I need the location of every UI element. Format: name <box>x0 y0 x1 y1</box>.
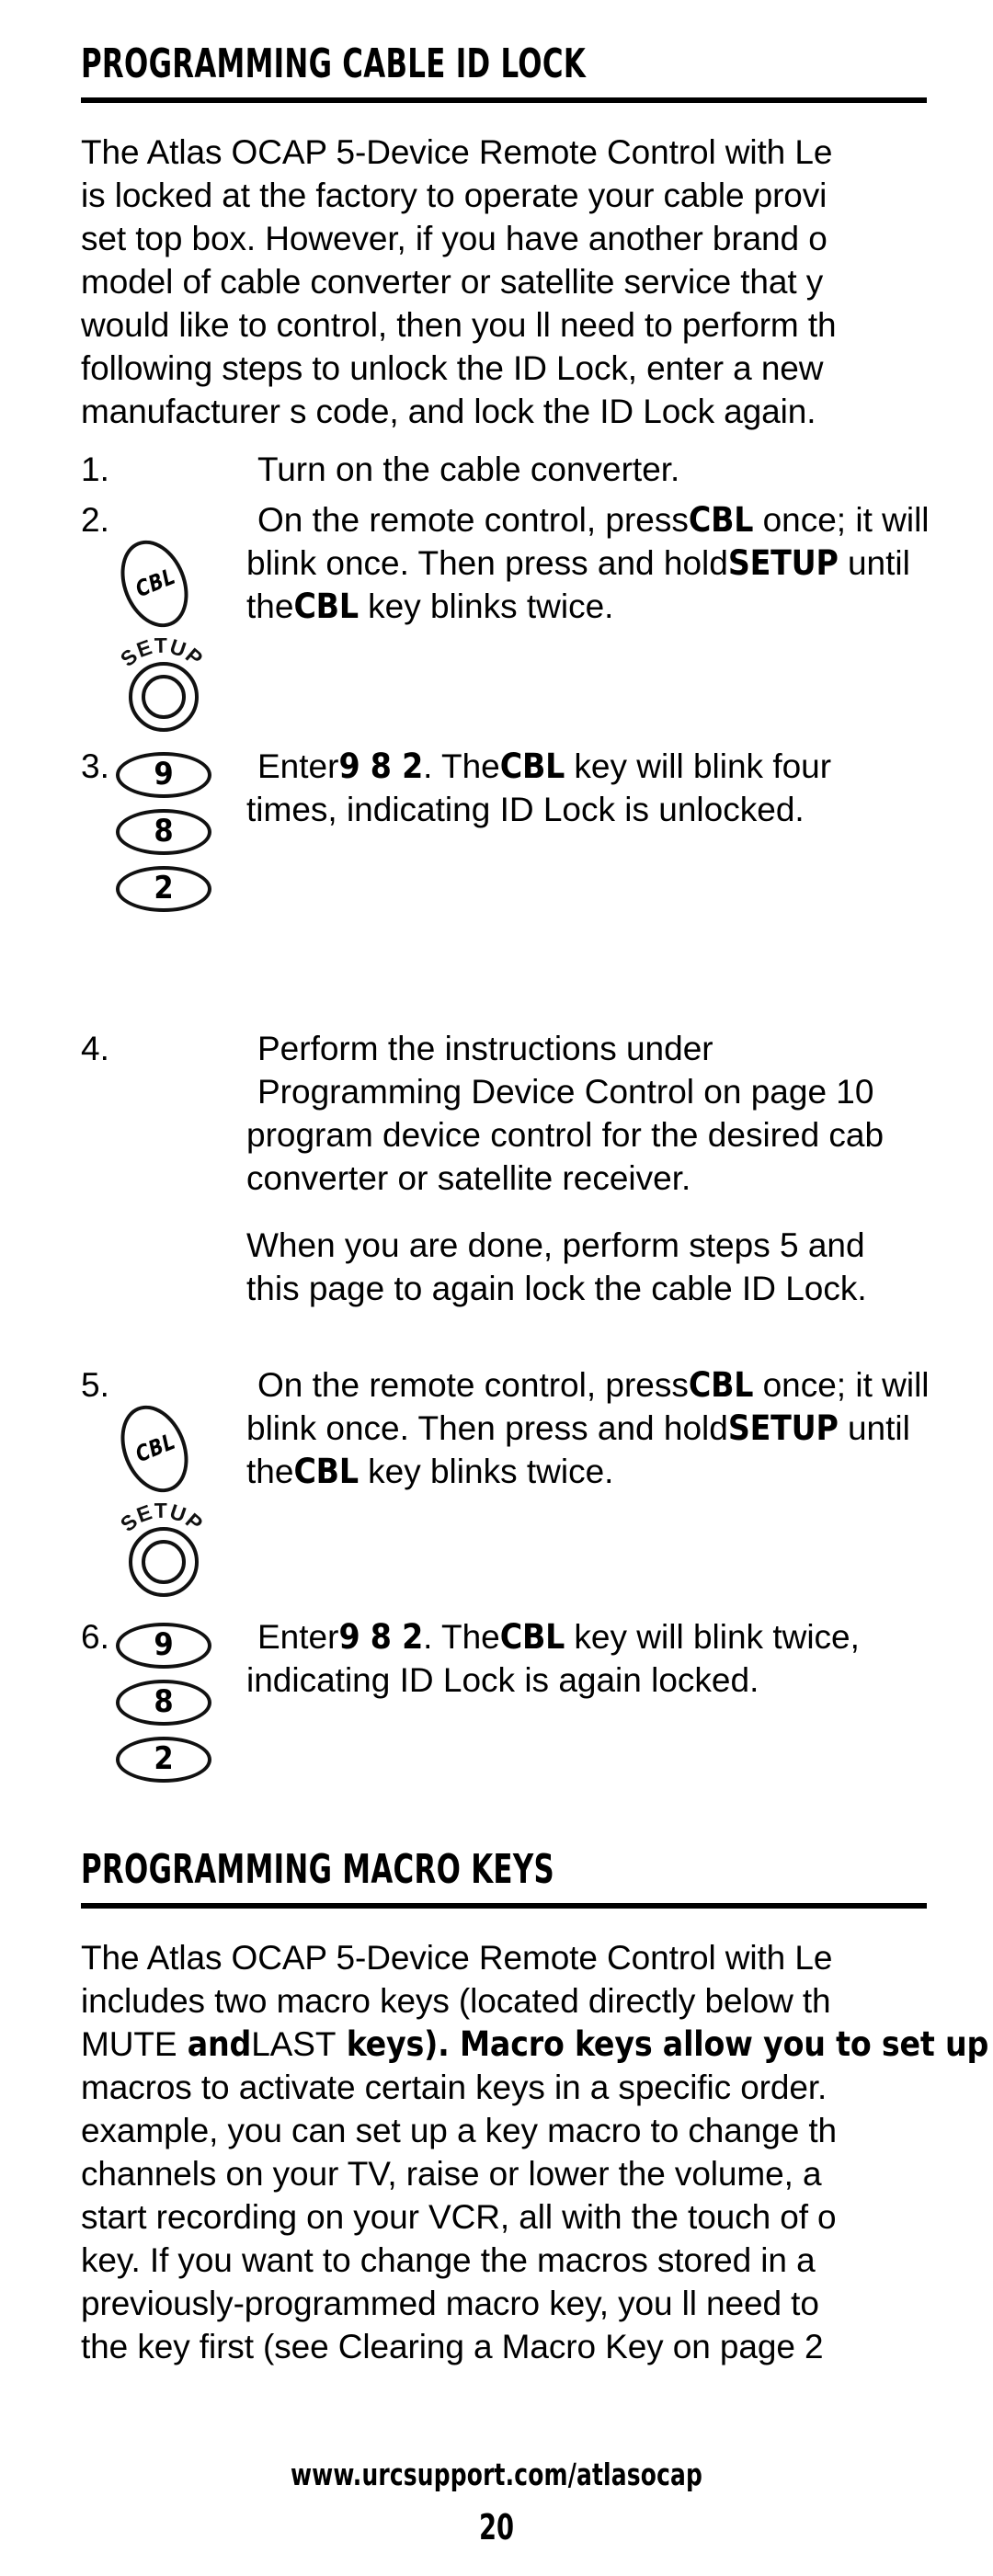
step-line: blink once. Then press and holdSETUP unt… <box>246 1408 910 1448</box>
section-rule <box>81 97 927 103</box>
setup-key-icon: SETUP <box>116 1503 208 1606</box>
step-key-icons: 9 8 2 <box>116 752 245 923</box>
key-name-bold: keys). Macro keys allow you to set up <box>336 2024 989 2064</box>
steps-list-cable-id-lock: 1. Turn on the cable converter. 2. CBL SETUP… <box>81 448 993 1795</box>
paragraph-line: would like to control, then you ll need … <box>81 306 837 344</box>
step-text: Enter9 8 2. TheCBL key will blink twice,… <box>246 1615 993 1702</box>
paragraph-line: channels on your TV, raise or lower the … <box>81 2155 822 2193</box>
key-name-bold: CBL <box>293 1452 359 1491</box>
step-line: Programming Device Control on page 10 <box>257 1073 874 1111</box>
key-name-bold: SETUP <box>727 1408 839 1448</box>
key-name-bold: 9 8 2 <box>338 1617 424 1657</box>
cbl-key-icon: CBL <box>108 1395 200 1503</box>
step-key-icons: 9 8 2 <box>116 1623 245 1794</box>
step-line: Turn on the cable converter. <box>257 450 680 488</box>
paragraph-line: is locked at the factory to operate your… <box>81 177 828 214</box>
paragraph-line: The Atlas OCAP 5-Device Remote Control w… <box>81 1939 833 1977</box>
step-line: Perform the instructions under <box>257 1030 713 1067</box>
section-rule <box>81 1903 927 1909</box>
step-line: On the remote control, pressCBL once; it… <box>257 1365 930 1405</box>
key-name-bold: CBL <box>499 747 565 786</box>
step-line: indicating ID Lock is again locked. <box>246 1661 759 1699</box>
section-heading: PROGRAMMING CABLE ID LOCK <box>81 40 587 87</box>
step-text: On the remote control, pressCBL once; it… <box>246 498 993 628</box>
key-name-bold: CBL <box>293 587 359 626</box>
paragraph-line: manufacturer s code, and lock the ID Loc… <box>81 393 816 430</box>
setup-key-icon: SETUP <box>116 638 208 741</box>
step-line: On the remote control, pressCBL once; it… <box>257 500 930 540</box>
key-name-bold: SETUP <box>727 543 839 583</box>
paragraph-line: example, you can set up a key macro to c… <box>81 2112 838 2149</box>
paragraph-line: MUTE andLAST keys). Macro keys allow you… <box>81 2024 989 2064</box>
step-text: Turn on the cable converter. <box>246 448 993 491</box>
step-number: 2. <box>81 501 109 539</box>
number-key-icon: 2 <box>116 866 211 912</box>
step-line: theCBL key blinks twice. <box>246 1452 614 1491</box>
step-line: Enter9 8 2. TheCBL key will blink twice, <box>257 1617 860 1657</box>
number-key-label: 2 <box>154 870 174 906</box>
key-name-bold: CBL <box>688 1365 754 1405</box>
number-key-icon: 9 <box>116 752 211 798</box>
section-macro-keys: PROGRAMMING MACRO KEYS The Atlas OCAP 5-D… <box>81 1850 993 2368</box>
step-key-icons: CBL SETUP <box>108 1395 245 1606</box>
paragraph-line: The Atlas OCAP 5-Device Remote Control w… <box>81 133 833 171</box>
section-intro-paragraph: The Atlas OCAP 5-Device Remote Control w… <box>81 1936 993 2368</box>
number-key-icon: 8 <box>116 1680 211 1726</box>
key-name-bold: CBL <box>499 1617 565 1657</box>
step-line: Enter9 8 2. TheCBL key will blink four <box>257 747 832 786</box>
step-line: converter or satellite receiver. <box>246 1159 691 1197</box>
key-name-bold: and <box>177 2024 252 2064</box>
footer-support-url: www.urcsupport.com/atlasocap <box>290 2456 703 2492</box>
number-key-label: 2 <box>154 1740 174 1777</box>
step-item: 6. 9 8 2 Enter9 8 2. TheCBL key will blink t… <box>81 1615 993 1795</box>
paragraph-line: macros to activate certain keys in a spe… <box>81 2069 828 2106</box>
step-item: 4. Perform the instructions under Program… <box>81 1027 993 1310</box>
key-name-bold: 9 8 2 <box>338 747 424 786</box>
step-item: 5. CBL SETUP On the remote control, pressCB… <box>81 1363 993 1597</box>
cbl-key-icon: CBL <box>108 530 200 638</box>
step-text: Perform the instructions under Programmi… <box>246 1027 993 1310</box>
step-line: times, indicating ID Lock is unlocked. <box>246 791 805 828</box>
number-key-label: 9 <box>154 756 174 792</box>
step-item: 3. 9 8 2 Enter9 8 2. TheCBL key will blink f… <box>81 745 993 942</box>
number-key-icon: 2 <box>116 1737 211 1783</box>
section-heading: PROGRAMMING MACRO KEYS <box>81 1846 555 1893</box>
section-cable-id-lock: PROGRAMMING CABLE ID LOCK The Atlas OCAP … <box>81 44 993 433</box>
step-number: 5. <box>81 1366 109 1404</box>
page-footer: www.urcsupport.com/atlasocap 20 <box>0 2456 993 2548</box>
document-page: PROGRAMMING CABLE ID LOCK The Atlas OCAP … <box>0 0 993 2576</box>
paragraph-line: key. If you want to change the macros st… <box>81 2241 816 2279</box>
number-key-label: 8 <box>154 1683 174 1720</box>
paragraph-line: start recording on your VCR, all with th… <box>81 2198 837 2236</box>
step-text: On the remote control, pressCBL once; it… <box>246 1363 993 1493</box>
step-item: 1. Turn on the cable converter. <box>81 448 993 491</box>
step-line: When you are done, perform steps 5 and <box>246 1226 865 1264</box>
number-key-icon: 9 <box>116 1623 211 1669</box>
footer-page-number: 20 <box>478 2507 515 2548</box>
paragraph-line: set top box. However, if you have anothe… <box>81 220 828 257</box>
paragraph-line: following steps to unlock the ID Lock, e… <box>81 349 824 387</box>
step-item: 2. CBL SETUP On the remote control, pressCB… <box>81 498 993 732</box>
number-key-label: 9 <box>154 1626 174 1663</box>
number-key-icon: 8 <box>116 809 211 855</box>
paragraph-line: includes two macro keys (located directl… <box>81 1982 831 2020</box>
section-intro-paragraph: The Atlas OCAP 5-Device Remote Control w… <box>81 131 993 433</box>
number-key-label: 8 <box>154 813 174 849</box>
paragraph-line: previously-programmed macro key, you ll … <box>81 2285 819 2322</box>
step-text: Enter9 8 2. TheCBL key will blink four ti… <box>246 745 993 831</box>
step-number: 1. <box>81 450 109 488</box>
step-number: 4. <box>81 1030 109 1067</box>
step-line: blink once. Then press and holdSETUP unt… <box>246 543 910 583</box>
paragraph-line: model of cable converter or satellite se… <box>81 263 824 301</box>
step-line: this page to again lock the cable ID Loc… <box>246 1270 867 1307</box>
step-line: theCBL key blinks twice. <box>246 587 614 626</box>
page-content: PROGRAMMING CABLE ID LOCK The Atlas OCAP … <box>81 0 993 2368</box>
step-key-icons: CBL SETUP <box>108 530 245 741</box>
step-line: program device control for the desired c… <box>246 1116 885 1154</box>
paragraph-line: the key first (see Clearing a Macro Key … <box>81 2328 824 2365</box>
setup-key-inner-ring <box>142 1540 186 1584</box>
key-name-bold: CBL <box>688 500 754 540</box>
setup-key-inner-ring <box>142 675 186 719</box>
